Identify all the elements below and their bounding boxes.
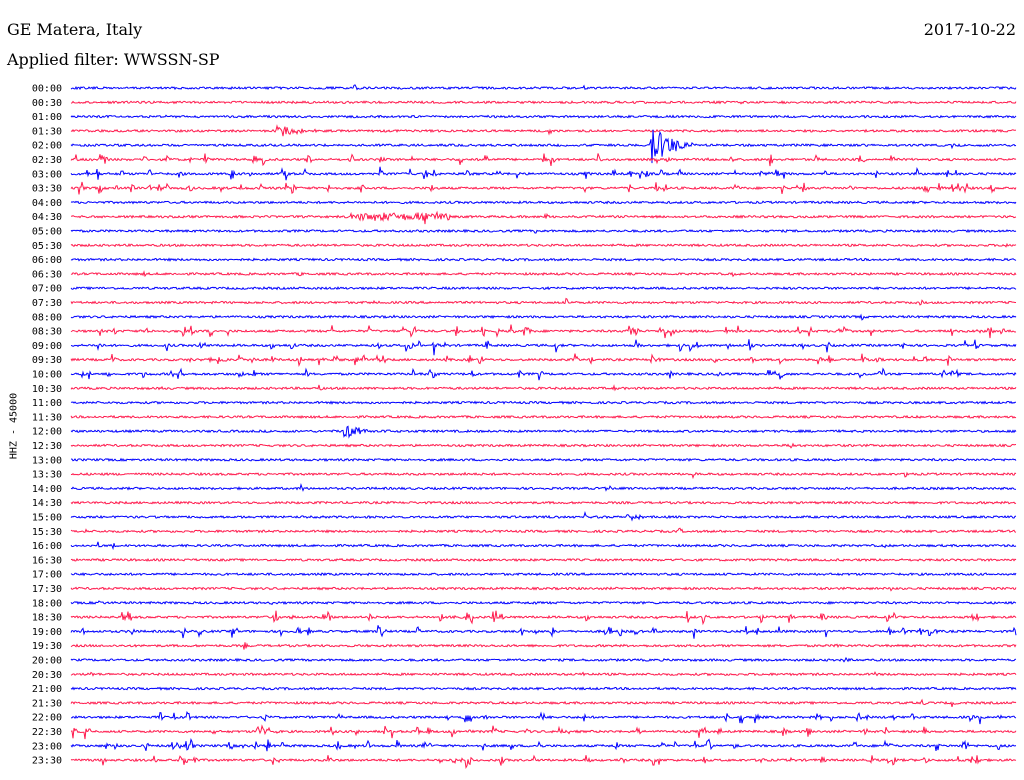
time-label: 16:30 [32,555,62,566]
time-label: 18:00 [32,598,62,609]
time-label: 23:00 [32,741,62,752]
trace-1500 [70,510,1017,522]
trace-1430 [70,500,1017,505]
time-label: 12:00 [32,427,62,438]
trace-0600 [70,257,1017,262]
trace-0000 [70,84,1017,91]
traces [70,84,1017,770]
trace-1630 [70,557,1017,563]
time-label: 09:00 [32,341,62,352]
time-label: 08:00 [32,312,62,323]
time-label: 08:30 [32,327,62,338]
time-label: 04:00 [32,198,62,209]
time-label: 16:00 [32,541,62,552]
time-label: 04:30 [32,212,62,223]
trace-0230 [70,153,1017,167]
time-label: 22:30 [32,727,62,738]
trace-1530 [70,527,1017,534]
trace-1400 [70,482,1017,492]
time-label: 03:00 [32,169,62,180]
time-label: 09:30 [32,355,62,366]
trace-1030 [70,384,1017,392]
trace-1900 [70,625,1017,639]
trace-2300 [70,738,1017,752]
trace-1930 [70,642,1017,650]
trace-0530 [70,242,1017,248]
trace-1800 [70,600,1017,606]
time-label: 23:30 [32,756,62,767]
trace-0130 [70,124,1017,137]
trace-1300 [70,457,1017,462]
trace-1000 [70,367,1017,381]
time-label: 11:30 [32,412,62,423]
time-label: 19:30 [32,641,62,652]
time-label: 10:00 [32,370,62,381]
time-label: 22:00 [32,713,62,724]
trace-1600 [70,541,1017,551]
trace-2000 [70,656,1017,663]
trace-2200 [70,710,1017,725]
time-label: 07:30 [32,298,62,309]
time-labels: 00:00 00:30 01:00 01:30 02:00 02:30 03:00 03:30… [32,84,62,767]
time-label: 02:30 [32,155,62,166]
time-label: 12:30 [32,441,62,452]
trace-1200 [70,425,1017,439]
trace-0030 [70,100,1017,105]
trace-1100 [70,400,1017,405]
time-label: 02:00 [32,141,62,152]
trace-0700 [70,286,1017,291]
time-label: 19:00 [32,627,62,638]
trace-2230 [70,724,1017,740]
time-label: 18:30 [32,613,62,624]
time-label: 06:30 [32,269,62,280]
time-label: 14:30 [32,498,62,509]
time-label: 20:30 [32,670,62,681]
trace-0800 [70,313,1017,321]
trace-2100 [70,686,1017,691]
trace-0830 [70,324,1017,339]
time-label: 17:00 [32,570,62,581]
trace-0100 [70,114,1017,119]
time-label: 14:00 [32,484,62,495]
trace-0500 [70,228,1017,234]
trace-1230 [70,442,1017,449]
time-label: 01:30 [32,126,62,137]
time-label: 05:30 [32,241,62,252]
trace-2330 [70,754,1017,770]
time-label: 15:00 [32,513,62,524]
trace-0930 [70,353,1017,368]
time-label: 13:00 [32,455,62,466]
time-label: 07:00 [32,284,62,295]
time-label: 05:00 [32,227,62,238]
trace-0730 [70,297,1017,306]
trace-1830 [70,610,1017,626]
time-label: 11:00 [32,398,62,409]
trace-0900 [70,339,1017,356]
time-label: 20:00 [32,656,62,667]
trace-0430 [70,210,1017,225]
trace-0630 [70,270,1017,278]
helicorder-plot: 00:00 00:30 01:00 01:30 02:00 02:30 03:00 03:30… [32,84,1017,770]
time-label: 10:30 [32,384,62,395]
time-label: 21:30 [32,698,62,709]
time-label: 03:30 [32,184,62,195]
trace-1330 [70,471,1017,480]
time-label: 00:00 [32,84,62,95]
trace-1700 [70,572,1017,577]
trace-2030 [70,671,1017,677]
time-label: 17:30 [32,584,62,595]
time-label: 06:00 [32,255,62,266]
time-label: 01:00 [32,112,62,123]
time-label: 13:30 [32,470,62,481]
trace-2130 [70,698,1017,708]
time-label: 21:00 [32,684,62,695]
trace-1130 [70,414,1017,420]
trace-0300 [70,166,1017,181]
trace-1730 [70,586,1017,592]
trace-0400 [70,200,1017,205]
time-label: 15:30 [32,527,62,538]
trace-0330 [70,181,1017,195]
time-label: 00:30 [32,98,62,109]
